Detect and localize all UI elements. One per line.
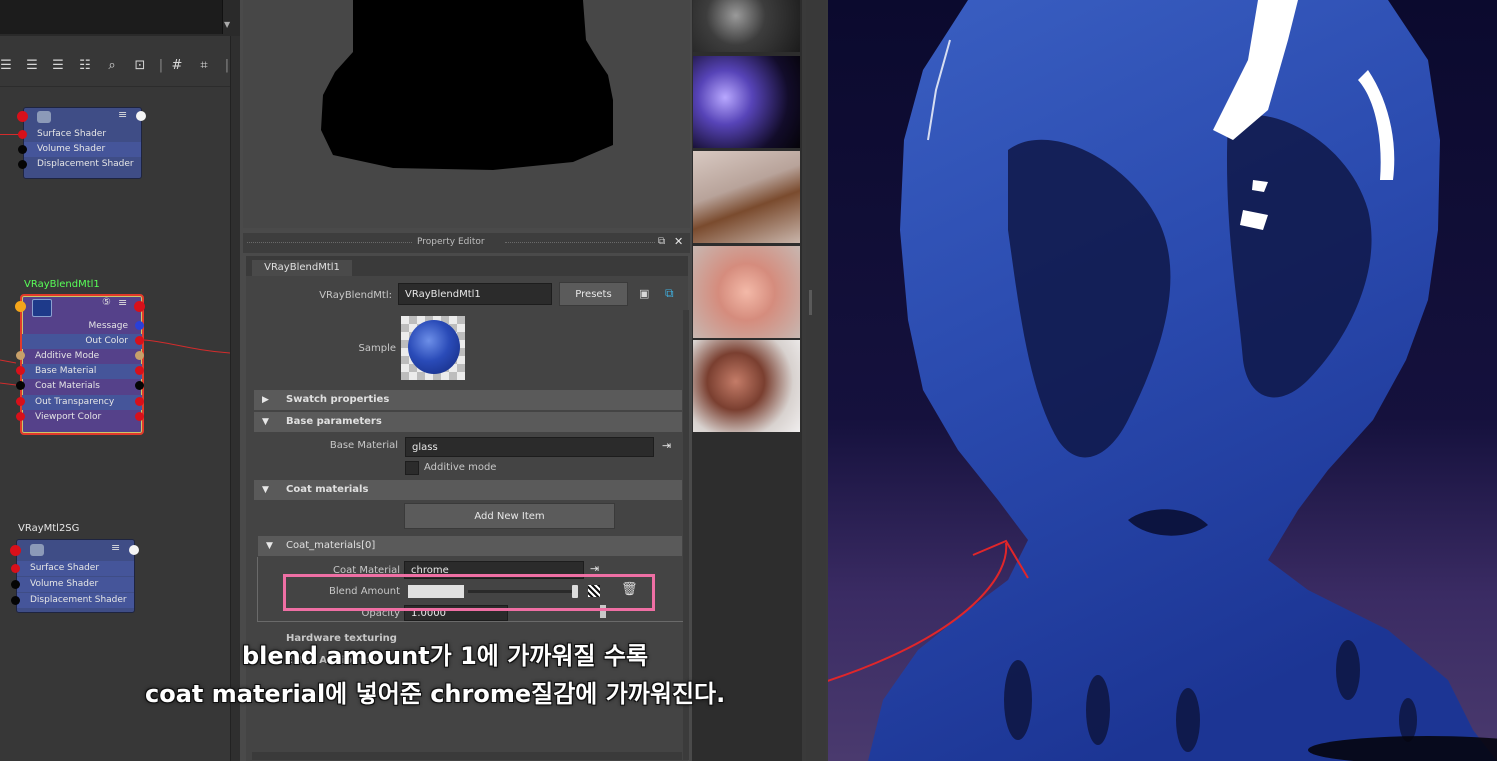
splitter-grip <box>809 290 812 315</box>
vray-mtl-sg-node[interactable]: ≡ Surface Shader Volume Shader Displacem… <box>16 539 135 613</box>
panel-title: Property Editor <box>417 237 485 247</box>
node-title: VRayBlendMtl1 <box>24 279 100 290</box>
panel-splitter[interactable] <box>806 0 826 761</box>
collapse-arrow-icon: ▼ <box>262 417 269 427</box>
frame-selected-icon[interactable]: ⊡ <box>132 58 148 74</box>
toolbar-divider <box>0 86 230 87</box>
additive-mode-checkbox[interactable] <box>405 461 419 475</box>
titlebar-grip <box>505 242 655 245</box>
output-plug[interactable] <box>129 545 139 555</box>
focus-icon[interactable]: ▣ <box>639 287 652 300</box>
node-name-field[interactable]: VRayBlendMtl1 <box>398 283 552 305</box>
collapse-arrow-icon: ▼ <box>266 541 273 551</box>
add-new-item-button[interactable]: Add New Item <box>404 503 615 529</box>
shading-group-icon <box>37 111 51 123</box>
section-swatch-properties[interactable]: ▶ Swatch properties <box>254 390 682 410</box>
thumbnail-copper-knot[interactable] <box>693 340 800 432</box>
section-coat-materials-0[interactable]: ▼ Coat_materials[0] <box>258 536 682 556</box>
input-plug[interactable] <box>10 545 21 556</box>
node-title: VRayMtl2SG <box>18 523 80 534</box>
grid-icon[interactable]: # <box>169 58 185 74</box>
close-icon[interactable]: ✕ <box>674 235 686 248</box>
highlight-annotation-box <box>283 574 655 611</box>
connection-wire <box>0 134 18 135</box>
input-plug[interactable] <box>16 412 25 421</box>
section-coat-materials[interactable]: ▼ Coat materials <box>254 480 682 500</box>
titlebar-grip <box>247 242 412 245</box>
render-image <box>828 0 1497 761</box>
layout-list-icon[interactable]: ☰ <box>24 58 40 74</box>
tab-vray-blend-mtl[interactable]: VRayBlendMtl1 <box>252 260 352 276</box>
preview-silhouette <box>321 0 613 170</box>
input-plug[interactable] <box>11 596 20 605</box>
material-preview-viewport[interactable] <box>243 0 690 228</box>
shading-group-icon <box>30 544 44 556</box>
input-plug[interactable] <box>18 160 27 169</box>
snap-icon[interactable]: ⌗ <box>196 58 212 74</box>
input-plug[interactable] <box>18 145 27 154</box>
output-plug[interactable] <box>135 412 144 421</box>
thumbnail-copper-fork[interactable] <box>693 151 800 243</box>
input-plug[interactable] <box>11 564 20 573</box>
copy-tab-icon[interactable]: ⧉ <box>665 286 679 300</box>
scroll-down-icon[interactable]: ▼ <box>224 20 234 30</box>
search-icon[interactable]: ⌕ <box>104 58 120 74</box>
input-plug[interactable] <box>15 301 26 312</box>
input-plug[interactable] <box>18 130 27 139</box>
layout-list-icon[interactable]: ☰ <box>50 58 66 74</box>
node-row[interactable]: Surface Shader <box>24 127 141 142</box>
node-menu-icon[interactable]: ≡ <box>118 296 127 309</box>
input-plug[interactable] <box>17 111 28 122</box>
node-row[interactable]: Viewport Color <box>22 410 142 425</box>
node-row[interactable]: Displacement Shader <box>17 593 134 608</box>
thumbnail-purple-bust[interactable] <box>693 56 800 148</box>
output-plug[interactable] <box>134 301 145 312</box>
output-plug[interactable] <box>135 321 144 330</box>
horizontal-scrollbar[interactable] <box>252 752 682 760</box>
node-menu-icon[interactable]: ≡ <box>111 541 120 554</box>
additive-mode-label: Additive mode <box>424 462 497 473</box>
node-row[interactable]: Displacement Shader <box>24 157 141 172</box>
input-plug[interactable] <box>11 580 20 589</box>
expand-arrow-icon: ▶ <box>262 395 269 405</box>
thumbnail-metal-cube[interactable] <box>693 0 800 52</box>
layout-list-icon[interactable]: ☰ <box>0 58 14 74</box>
output-plug[interactable] <box>136 111 146 121</box>
node-editor-preview-box <box>0 0 223 34</box>
caption-line-1: blend amount가 1에 가까워질 수록 <box>242 642 649 670</box>
float-window-icon[interactable]: ⧉ <box>658 236 670 248</box>
connection-wires <box>0 339 231 386</box>
presets-button[interactable]: Presets <box>559 282 628 306</box>
base-material-label: Base Material <box>329 440 398 451</box>
node-type-label: VRayBlendMtl: <box>319 290 392 301</box>
caption-line-2: coat material에 넣어준 chrome질감에 가까워진다. <box>145 680 726 708</box>
node-row[interactable]: Surface Shader <box>17 561 134 576</box>
material-swatch-icon <box>32 299 52 317</box>
collapse-arrow-icon: ▼ <box>262 485 269 495</box>
shading-group-node-top[interactable]: ≡ Surface Shader Volume Shader Displacem… <box>23 107 142 179</box>
section-base-parameters[interactable]: ▼ Base parameters <box>254 412 682 432</box>
sample-label: Sample <box>358 343 397 354</box>
thumbnail-pink-glass[interactable] <box>693 246 800 338</box>
node-row[interactable]: Volume Shader <box>24 142 141 157</box>
node-editor-toolbar: ☰ ☰ ☰ ☷ ⌕ ⊡ | # ⌗ | <box>0 52 230 80</box>
node-row[interactable]: Volume Shader <box>17 577 134 592</box>
swatch-toggle-icon[interactable]: ⑤ <box>102 297 111 308</box>
separator-icon: | <box>158 58 164 73</box>
sample-sphere <box>408 320 460 374</box>
base-material-field[interactable]: glass <box>405 437 654 457</box>
layout-list-icon[interactable]: ☷ <box>77 58 93 74</box>
navigate-connection-icon[interactable]: ⇥ <box>662 439 676 453</box>
node-menu-icon[interactable]: ≡ <box>118 108 127 121</box>
